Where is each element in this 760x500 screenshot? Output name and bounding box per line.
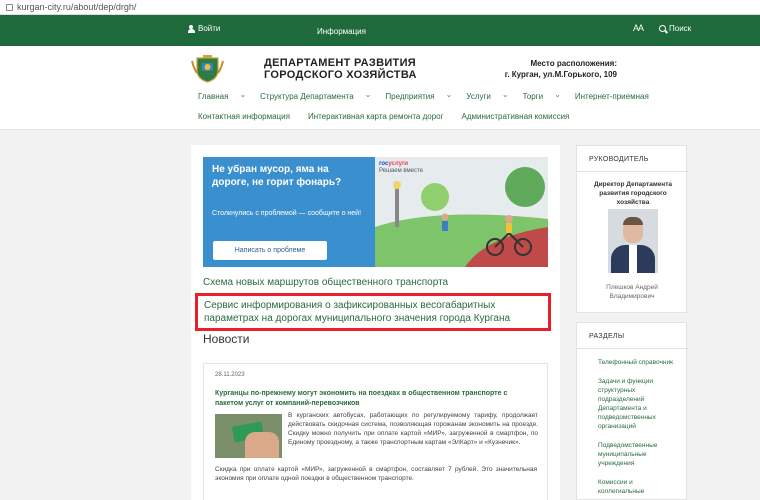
address-bar[interactable]: kurgan-city.ru/about/dep/drgh/ bbox=[0, 0, 760, 15]
nav-item-tenders[interactable]: Торги bbox=[523, 92, 561, 101]
search-label: Поиск bbox=[669, 24, 692, 33]
director-panel-title: РУКОВОДИТЕЛЬ bbox=[589, 156, 649, 163]
search-button[interactable]: Поиск bbox=[659, 24, 691, 33]
nav-item-reception[interactable]: Интернет-приемная bbox=[575, 92, 649, 101]
sections-panel: РАЗДЕЛЫ Телефонный справочник Задачи и ф… bbox=[576, 322, 688, 500]
news-text-continued: Скидка при оплате картой «МИР», загружен… bbox=[215, 466, 537, 482]
nav-item-enterprises[interactable]: Предприятия bbox=[385, 92, 452, 101]
department-title: ДЕПАРТАМЕНТ РАЗВИТИЯ ГОРОДСКОГО ХОЗЯЙСТВ… bbox=[264, 57, 417, 81]
secondary-nav: Контактная информация Интерактивная карт… bbox=[198, 112, 587, 121]
main-content: госуслуги Решаем вместе Не убран мусор, … bbox=[191, 145, 560, 500]
highlighted-link-box: Сервис информирования о зафиксированных … bbox=[195, 293, 551, 331]
site-header: ДЕПАРТАМЕНТ РАЗВИТИЯ ГОРОДСКОГО ХОЗЯЙСТВ… bbox=[0, 46, 760, 130]
info-link[interactable]: Информация bbox=[317, 27, 366, 36]
section-link-commissions[interactable]: Комиссии и коллегиальные bbox=[598, 478, 678, 496]
url-text: kurgan-city.ru/about/dep/drgh/ bbox=[17, 2, 137, 12]
news-date: 28.11.2023 bbox=[215, 372, 245, 378]
news-title-link[interactable]: Курганцы по-прежнему могут экономить на … bbox=[215, 389, 535, 409]
director-role: Директор Департамента развития городског… bbox=[593, 181, 672, 206]
gosuslugi-logo: госуслуги Решаем вместе bbox=[379, 161, 423, 174]
section-link-tasks[interactable]: Задачи и функции структурных подразделен… bbox=[598, 377, 678, 431]
sections-panel-title: РАЗДЕЛЫ bbox=[589, 333, 625, 340]
lock-icon bbox=[6, 4, 13, 11]
login-button[interactable]: Войти bbox=[188, 24, 220, 33]
user-icon bbox=[188, 24, 195, 33]
news-item: 28.11.2023 Курганцы по-прежнему могут эк… bbox=[203, 363, 548, 500]
nav-item-commission[interactable]: Административная комиссия bbox=[462, 112, 570, 121]
login-label: Войти bbox=[198, 24, 221, 33]
news-heading: Новости bbox=[203, 332, 250, 346]
divider bbox=[577, 348, 688, 349]
hand bbox=[245, 432, 279, 458]
write-problem-button[interactable]: Написать о проблеме bbox=[213, 241, 327, 260]
section-link-institutions[interactable]: Подведомственные муниципальные учреждени… bbox=[598, 441, 678, 468]
news-image[interactable] bbox=[215, 414, 282, 458]
nav-item-structure[interactable]: Структура Департамента bbox=[260, 92, 371, 101]
director-panel: РУКОВОДИТЕЛЬ Директор Департамента разви… bbox=[576, 145, 688, 313]
top-bar: Войти Информация AA Поиск bbox=[0, 15, 760, 46]
nav-item-contacts[interactable]: Контактная информация bbox=[198, 112, 290, 121]
director-photo-hair bbox=[623, 217, 643, 225]
location-info: Место расположения: г. Курган, ул.М.Горь… bbox=[504, 59, 617, 79]
main-nav: Главная Структура Департамента Предприят… bbox=[198, 92, 663, 101]
section-link-phone-directory[interactable]: Телефонный справочник bbox=[598, 358, 678, 367]
director-photo-shirt bbox=[629, 245, 637, 273]
report-problem-banner[interactable]: госуслуги Решаем вместе Не убран мусор, … bbox=[203, 157, 548, 267]
news-text: В курганских автобусах, работающих по ре… bbox=[288, 412, 538, 446]
search-icon bbox=[659, 25, 666, 32]
weight-service-link[interactable]: Сервис информирования о зафиксированных … bbox=[204, 299, 534, 325]
nav-item-services[interactable]: Услуги bbox=[466, 92, 508, 101]
nav-item-road-map[interactable]: Интерактивная карта ремонта дорог bbox=[308, 112, 444, 121]
sections-list: Телефонный справочник Задачи и функции с… bbox=[598, 358, 678, 500]
nav-item-home[interactable]: Главная bbox=[198, 92, 246, 101]
director-name: Плешков Андрей Владимирович bbox=[606, 284, 658, 300]
banner-title: Не убран мусор, яма на дороге, не горит … bbox=[212, 164, 342, 188]
routes-scheme-link[interactable]: Схема новых маршрутов общественного тран… bbox=[203, 277, 448, 288]
banner-subtitle: Столкнулись с проблемой — сообщите о ней… bbox=[212, 210, 362, 217]
font-size-button[interactable]: AA bbox=[633, 23, 644, 33]
director-photo[interactable] bbox=[608, 209, 658, 273]
divider bbox=[577, 171, 688, 172]
city-coat-of-arms-logo[interactable] bbox=[191, 55, 224, 83]
